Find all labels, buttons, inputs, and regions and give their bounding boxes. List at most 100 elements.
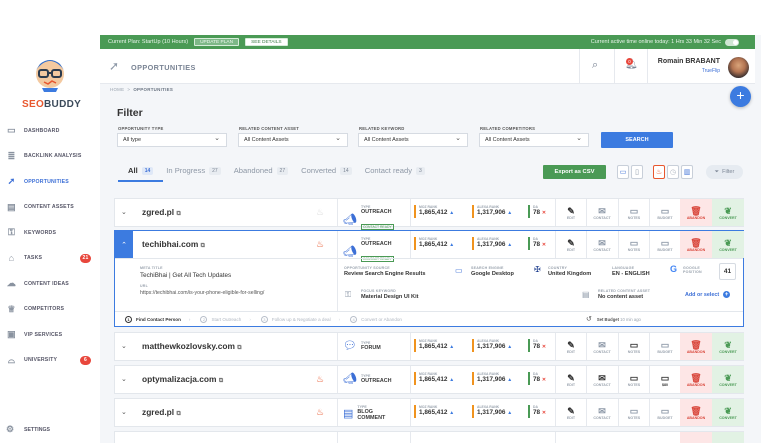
domain-text: matthewkozlovsky.com bbox=[142, 341, 235, 351]
step-start-outreach[interactable]: 2 Start Outreach bbox=[200, 315, 250, 323]
hot-icon[interactable]: ♨ bbox=[316, 207, 324, 218]
sidebar-item-content-assets[interactable]: ▤ CONTENT ASSETS bbox=[0, 195, 100, 221]
notes-button[interactable]: ▭ NOTES bbox=[619, 399, 649, 426]
abandon-button[interactable]: 🗑︎ ABANDON bbox=[680, 366, 712, 393]
convert-button[interactable]: ❦ CONVERT bbox=[712, 399, 744, 426]
domain-link[interactable]: matthewkozlovsky.com ⧉ bbox=[142, 341, 242, 352]
edit-button[interactable]: ✎ EDIT bbox=[556, 399, 586, 426]
budget-button[interactable]: ▭ BUDGET bbox=[650, 399, 680, 426]
breadcrumb-home[interactable]: HOME bbox=[110, 87, 124, 92]
abandon-button[interactable] bbox=[680, 432, 712, 443]
abandon-button[interactable]: 🗑︎ ABANDON bbox=[680, 399, 712, 426]
table-row[interactable]: ⌄ matthewkozlovsky.com ⧉ 💬︎ TYPE FORUM MOZ… bbox=[114, 332, 744, 361]
hot-filter-icon[interactable]: ♨ bbox=[653, 165, 665, 179]
content-asset-select[interactable]: All Content Assets bbox=[238, 133, 348, 147]
search-icon[interactable]: ⌕ bbox=[592, 59, 598, 72]
domain-link[interactable]: zgred.pl ⧉ bbox=[142, 207, 181, 218]
sidebar-item-backlink-analysis[interactable]: ≣ BACKLINK ANALYSIS bbox=[0, 144, 100, 170]
sidebar-item-settings[interactable]: ⚙ SETTINGS bbox=[6, 424, 50, 435]
abandon-button[interactable]: 🗑︎ ABANDON bbox=[680, 231, 712, 258]
edit-button[interactable]: ✎ EDIT bbox=[556, 231, 586, 258]
contact-button[interactable]: ✉ CONTACT bbox=[587, 199, 617, 226]
step-convert-abandon[interactable]: 4 Convert or Abandon bbox=[350, 315, 402, 323]
user-name[interactable]: Romain BRABANT bbox=[658, 58, 720, 65]
abandon-label: ABANDON bbox=[686, 247, 706, 252]
budget-button[interactable]: ▭ $80 bbox=[650, 366, 680, 393]
budget-button[interactable]: ▭ BUDGET bbox=[650, 199, 680, 226]
table-row[interactable]: ⌄ zgred.pl ⧉ ♨ ▤ TYPE BLOG COMMENT MOZ RANK… bbox=[114, 398, 744, 427]
chevron-down-icon[interactable]: ⌄ bbox=[121, 408, 127, 416]
see-details-button[interactable]: SEE DETAILS bbox=[245, 38, 288, 46]
domain-link[interactable]: zgred.pl ⧉ bbox=[142, 407, 181, 418]
divider bbox=[337, 432, 338, 443]
convert-button[interactable] bbox=[712, 432, 744, 443]
clock-filter-icon[interactable]: ◷ bbox=[667, 165, 679, 179]
budget-button[interactable]: ▭ BUDGET bbox=[650, 231, 680, 258]
table-row[interactable] bbox=[114, 431, 744, 443]
edit-button[interactable]: ✎ EDIT bbox=[556, 333, 586, 360]
abandon-button[interactable]: 🗑︎ ABANDON bbox=[680, 333, 712, 360]
edit-button[interactable]: ✎ EDIT bbox=[556, 366, 586, 393]
filter-button[interactable]: ⏷ Filter bbox=[706, 165, 743, 179]
hot-icon[interactable]: ♨ bbox=[316, 374, 324, 385]
sidebar-item-keywords[interactable]: ⚿ KEYWORDS bbox=[0, 220, 100, 246]
search-button[interactable]: SEARCH bbox=[601, 132, 673, 148]
sidebar-item-opportunities[interactable]: ➚ OPPORTUNITIES bbox=[0, 169, 100, 195]
edit-button[interactable]: ✎ EDIT bbox=[556, 199, 586, 226]
domain-link[interactable]: techibhai.com ⧉ bbox=[142, 239, 205, 250]
opportunity-type-select[interactable]: All type bbox=[117, 133, 227, 147]
tab-contact-ready[interactable]: Contact ready 3 bbox=[365, 166, 425, 175]
notes-button[interactable]: ▭ NOTES bbox=[619, 366, 649, 393]
abandon-button[interactable]: 🗑︎ ABANDON bbox=[680, 199, 712, 226]
notes-button[interactable]: ▭ NOTES bbox=[619, 231, 649, 258]
tab-all[interactable]: All 14 bbox=[128, 166, 154, 175]
step-find-contact[interactable]: 1 Find Contact Person bbox=[125, 315, 190, 323]
chevron-down-icon[interactable]: ⌄ bbox=[121, 342, 127, 350]
tab-abandoned[interactable]: Abandoned 27 bbox=[234, 166, 289, 175]
convert-button[interactable]: ❦ CONVERT bbox=[712, 199, 744, 226]
add-opportunity-button[interactable]: + bbox=[730, 86, 751, 107]
domain-link[interactable]: optymalizacja.com ⧉ bbox=[142, 374, 223, 385]
convert-button[interactable]: ❦ CONVERT bbox=[712, 231, 744, 258]
sidebar-item-university[interactable]: ⌓ UNIVERSITY 6 bbox=[0, 348, 100, 374]
sidebar-item-competitors[interactable]: ♕ COMPETITORS bbox=[0, 297, 100, 323]
chevron-down-icon[interactable]: ⌄ bbox=[121, 375, 127, 383]
contact-label: CONTACT bbox=[593, 415, 611, 420]
seobuddy-logo[interactable]: SEOBUDDY bbox=[22, 52, 81, 110]
budget-button[interactable]: ▭ BUDGET bbox=[650, 333, 680, 360]
hot-icon[interactable]: ♨ bbox=[316, 407, 324, 418]
add-or-select-button[interactable]: Add or select + bbox=[685, 291, 731, 298]
sidebar-item-tasks[interactable]: ⌂ TASKS 21 bbox=[0, 246, 100, 272]
contact-button[interactable]: ✉ CONTACT bbox=[587, 333, 617, 360]
tab-converted[interactable]: Converted 14 bbox=[301, 166, 352, 175]
step-follow-up[interactable]: 3 Follow up & Negotiate a deal bbox=[260, 315, 340, 323]
notes-button[interactable]: ▭ NOTES bbox=[619, 333, 649, 360]
table-row[interactable]: ⌄ optymalizacja.com ⧉ ♨ 📣︎ TYPE OUTREACH M… bbox=[114, 365, 744, 394]
convert-button[interactable]: ❦ CONVERT bbox=[712, 333, 744, 360]
contact-button[interactable]: ✉ CONTACT bbox=[587, 399, 617, 426]
keyword-select[interactable]: All Content Assets bbox=[358, 133, 468, 147]
desktop-view-icon[interactable]: ▭ bbox=[617, 165, 629, 179]
contact-button[interactable]: ✉ CONTACT bbox=[587, 366, 617, 393]
update-plan-button[interactable]: UPDATE PLAN bbox=[194, 38, 240, 46]
contact-button[interactable]: ✉ CONTACT bbox=[587, 231, 617, 258]
avatar[interactable] bbox=[728, 57, 749, 78]
url-link[interactable]: https://techibhai.com/is-your-phone-elig… bbox=[140, 290, 264, 296]
tab-in-progress[interactable]: In Progress 27 bbox=[166, 166, 221, 175]
chevron-down-icon[interactable]: ⌄ bbox=[121, 208, 127, 216]
last-activity: ↺ Set Budget 10 min ago bbox=[586, 315, 641, 323]
notes-button[interactable]: ▭ NOTES bbox=[619, 199, 649, 226]
hot-icon[interactable]: ♨ bbox=[316, 239, 324, 250]
competitors-select[interactable]: All Content Assets bbox=[479, 133, 589, 147]
mobile-view-icon[interactable]: ▯ bbox=[631, 165, 643, 179]
sidebar-item-dashboard[interactable]: ▭ DASHBOARD bbox=[0, 118, 100, 144]
sidebar-item-content-ideas[interactable]: ☁ CONTENT IDEAS bbox=[0, 271, 100, 297]
table-row[interactable]: ⌄ zgred.pl ⧉ ♨ 📣︎ TYPE OUTREACH CONTACT REA… bbox=[114, 198, 744, 230]
sidebar-item-vip-services[interactable]: ▣ VIP SERVICES bbox=[0, 322, 100, 348]
trash-filter-icon[interactable]: ▥ bbox=[681, 165, 693, 179]
table-row-expanded[interactable]: ⌃ techibhai.com ⧉ ♨ 📣︎ TYPE OUTREACH CONTAC… bbox=[114, 230, 744, 327]
chevron-up-icon[interactable]: ⌃ bbox=[115, 231, 133, 258]
timer-toggle[interactable] bbox=[725, 38, 739, 46]
export-csv-button[interactable]: Export as CSV bbox=[543, 165, 606, 179]
convert-button[interactable]: ❦ CONVERT bbox=[712, 366, 744, 393]
